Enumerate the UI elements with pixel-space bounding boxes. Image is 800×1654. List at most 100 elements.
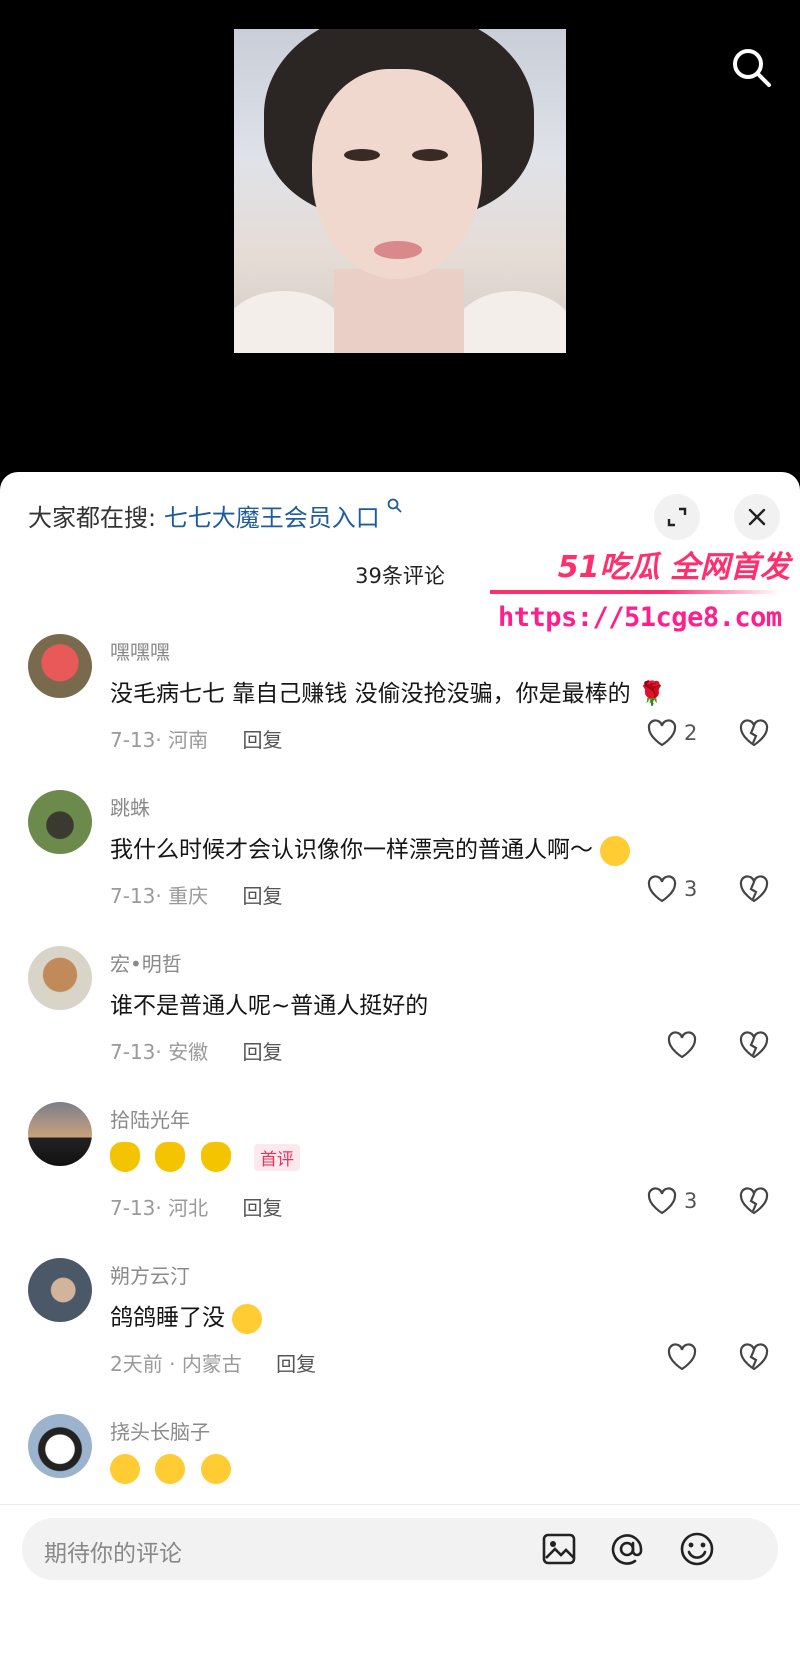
comment-location: 内蒙古 (181, 1352, 242, 1376)
avatar[interactable] (28, 1258, 92, 1322)
reply-button[interactable]: 回复 (242, 728, 282, 752)
comment-location: 重庆 (168, 884, 209, 908)
comment-author[interactable]: 嘿嘿嘿 (110, 636, 170, 665)
heart-hands-icon (155, 1142, 186, 1172)
image-icon[interactable] (540, 1530, 578, 1568)
dislike-icon[interactable] (738, 718, 770, 750)
comment-sheet: 大家都在搜: 七七大魔王会员入口 39条评论 51吃瓜 全网首发 https:/… (0, 472, 800, 1654)
comment-meta: 7-13· 河北 回复 (110, 1196, 283, 1220)
comment-item[interactable]: 朔方云汀 鸽鸽睡了没 2天前 · 内蒙古 回复 (0, 1258, 800, 1414)
comment-location: 安徽 (168, 1040, 209, 1064)
watermark-url: https://51cge8.com (498, 602, 782, 633)
like-button[interactable] (666, 1342, 698, 1372)
eye-left (344, 149, 380, 161)
comment-date: 7-13 (110, 1196, 156, 1220)
watermark-title: 51吃瓜 全网首发 (557, 550, 790, 585)
reply-button[interactable]: 回复 (276, 1352, 316, 1376)
like-button[interactable] (666, 1030, 698, 1060)
close-icon (748, 508, 766, 526)
reply-button[interactable]: 回复 (242, 1040, 282, 1064)
like-count: 2 (684, 721, 698, 745)
close-button[interactable] (734, 494, 780, 540)
crying-face-icon (600, 835, 631, 866)
comment-item[interactable]: 拾陆光年 首评 7-13· 河北 回复 3 (0, 1102, 800, 1258)
comment-item[interactable]: 嘿嘿嘿 没毛病七七 靠自己赚钱 没偷没抢没骗，你是最棒的 🌹 7-13· 河南 … (0, 634, 800, 790)
comment-date: 7-13 (110, 728, 156, 752)
avatar[interactable] (28, 634, 92, 698)
dislike-icon[interactable] (738, 874, 770, 906)
first-comment-badge: 首评 (253, 1143, 300, 1171)
search-icon[interactable] (730, 46, 772, 88)
dislike-icon[interactable] (738, 1342, 770, 1374)
comment-item[interactable]: 宏•明哲 谁不是普通人呢~普通人挺好的 7-13· 安徽 回复 (0, 946, 800, 1102)
hot-search[interactable]: 大家都在搜: 七七大魔王会员入口 (28, 498, 403, 533)
heart-icon (647, 719, 677, 747)
avatar[interactable] (28, 790, 92, 854)
divider (0, 1504, 800, 1505)
comment-date: 7-13 (110, 1040, 156, 1064)
crying-face-icon (232, 1303, 263, 1334)
like-button[interactable]: 3 (646, 1186, 697, 1216)
like-button[interactable]: 2 (646, 718, 697, 748)
video-area[interactable] (0, 0, 800, 480)
shoulder-right (454, 291, 566, 353)
comment-input[interactable]: 期待你的评论 (22, 1518, 778, 1580)
heart-icon (647, 1187, 677, 1215)
like-button[interactable]: 3 (646, 874, 697, 904)
expand-button[interactable] (654, 494, 700, 540)
comment-meta: 7-13· 安徽 回复 (110, 1040, 283, 1064)
heart-icon (667, 1031, 697, 1059)
avatar[interactable] (28, 1414, 92, 1478)
avatar[interactable] (28, 946, 92, 1010)
emoji-icon[interactable] (678, 1530, 716, 1568)
heart-hands-icon (110, 1142, 140, 1172)
comment-text: 谁不是普通人呢~普通人挺好的 (110, 993, 429, 1019)
laughing-crying-icon (155, 1454, 186, 1484)
eye-right (412, 149, 448, 161)
avatar[interactable] (28, 1102, 92, 1166)
comment-text-body: 鸽鸽睡了没 (110, 1305, 225, 1331)
dislike-icon[interactable] (738, 1030, 770, 1062)
lips (374, 241, 422, 259)
heart-hands-icon (200, 1142, 231, 1172)
comment-location: 河南 (168, 728, 209, 752)
heart-icon (667, 1343, 697, 1371)
like-count: 3 (684, 877, 698, 901)
reply-button[interactable]: 回复 (242, 884, 282, 908)
heart-icon (647, 875, 677, 903)
shoulder-left (234, 291, 344, 353)
watermark-line (490, 590, 780, 594)
laughing-crying-icon (110, 1454, 140, 1484)
comment-text: 首评 (110, 1142, 300, 1172)
comment-meta: 7-13· 河南 回复 (110, 728, 283, 752)
comment-date: 2天前 (110, 1352, 163, 1376)
watermark: 51吃瓜 全网首发 https://51cge8.com (490, 542, 790, 642)
reply-button[interactable]: 回复 (242, 1196, 282, 1220)
comment-date: 7-13 (110, 884, 156, 908)
small-search-icon (387, 498, 403, 513)
neck (334, 269, 464, 353)
comment-text: 没毛病七七 靠自己赚钱 没偷没抢没骗，你是最棒的 🌹 (110, 681, 667, 707)
comment-author[interactable]: 拾陆光年 (110, 1104, 190, 1133)
comment-location: 河北 (168, 1196, 209, 1220)
mention-icon[interactable] (608, 1530, 646, 1568)
laughing-crying-icon (200, 1454, 231, 1484)
comment-text: 鸽鸽睡了没 (110, 1298, 270, 1334)
hot-search-link[interactable]: 七七大魔王会员入口 (164, 504, 380, 532)
dislike-icon[interactable] (738, 1186, 770, 1218)
comment-author[interactable]: 宏•明哲 (110, 948, 182, 977)
comment-meta: 2天前 · 内蒙古 回复 (110, 1352, 317, 1376)
like-count: 3 (684, 1189, 698, 1213)
comment-author[interactable]: 挠头长脑子 (110, 1416, 210, 1445)
comment-author[interactable]: 跳蛛 (110, 792, 150, 821)
comment-input-placeholder: 期待你的评论 (44, 1541, 182, 1567)
comment-meta: 7-13· 重庆 回复 (110, 884, 283, 908)
video-frame[interactable] (234, 29, 566, 353)
comment-text-body: 我什么时候才会认识像你一样漂亮的普通人啊～ (110, 837, 593, 863)
comment-text (110, 1454, 239, 1484)
comment-text: 我什么时候才会认识像你一样漂亮的普通人啊～ (110, 830, 638, 866)
hot-search-prefix: 大家都在搜: (28, 504, 157, 532)
comment-item[interactable]: 跳蛛 我什么时候才会认识像你一样漂亮的普通人啊～ 7-13· 重庆 回复 3 (0, 790, 800, 946)
expand-icon (667, 507, 687, 527)
comment-author[interactable]: 朔方云汀 (110, 1260, 190, 1289)
